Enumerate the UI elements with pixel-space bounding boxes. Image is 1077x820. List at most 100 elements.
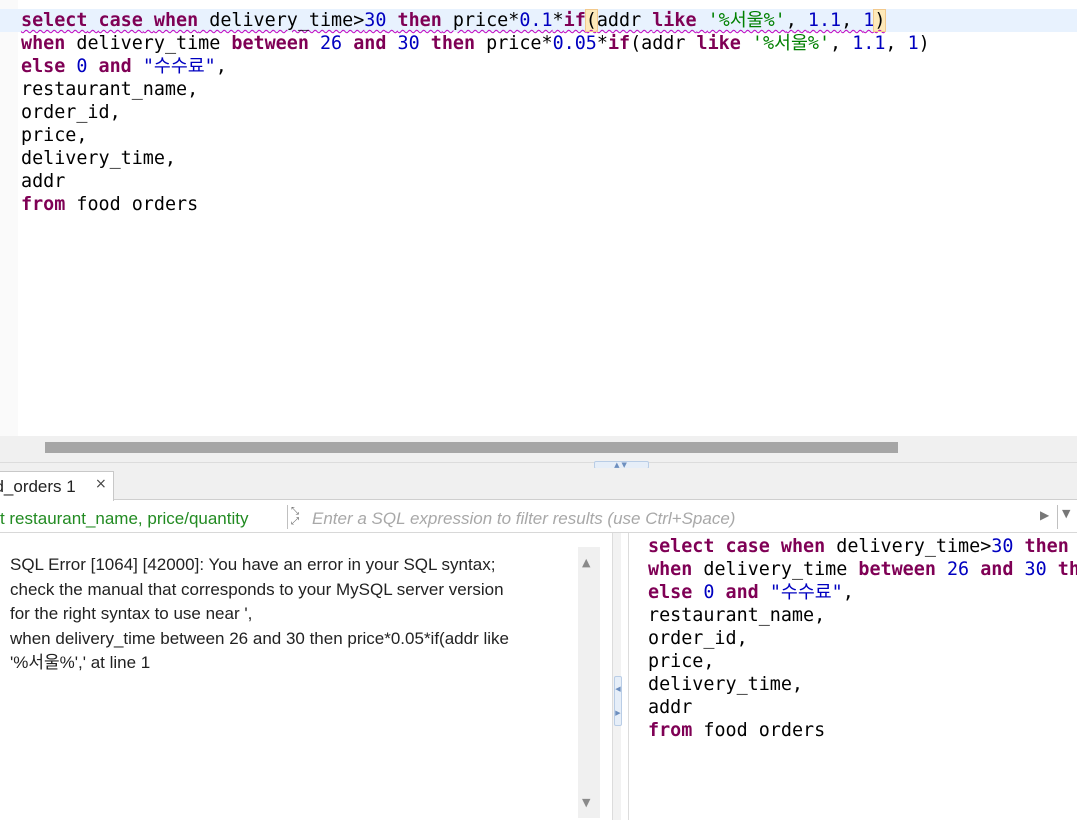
code-token: from [648,720,693,741]
error-line: when delivery_time between 26 and 30 the… [10,628,509,648]
code-token: then [1024,536,1069,557]
code-token: from [21,194,66,215]
code-line: delivery_time, [648,673,1077,696]
code-token: between [858,559,936,580]
code-line-content: addr [648,697,692,718]
code-token: then [430,33,476,54]
code-token: order_id, [648,628,748,649]
sash-grip-icon[interactable]: ◀ ▶ [614,676,622,726]
query-preview-panel: select case when delivery_time>30 then wh… [629,533,1077,820]
results-tab-bar [0,468,1077,500]
code-token: price, [648,651,715,672]
code-token: 26 [946,559,970,580]
code-token: food orders [692,720,826,741]
code-token: 0 [76,56,88,77]
code-line: select case when delivery_time>30 then p… [0,9,1077,32]
close-icon[interactable]: × [95,476,107,492]
code-token: "수수료" [769,582,843,603]
code-token: select [648,536,715,557]
code-token: 1.1 [807,10,842,31]
scroll-down-icon[interactable]: ▼ [582,796,590,809]
code-line: delivery_time, [21,147,1077,170]
code-token: and [725,582,759,603]
tab-results[interactable]: od_orders 1 × [0,471,114,501]
editor-gutter: ⊖ [0,0,18,436]
code-token: * [596,33,608,54]
code-token: 1.1 [852,33,886,54]
code-line: else 0 and "수수료", [21,55,1077,78]
code-token: , [885,33,908,54]
play-icon[interactable]: ▶ [1040,508,1049,522]
code-line-content: price, [21,125,87,146]
filter-input[interactable]: Enter a SQL expression to filter results… [312,509,735,529]
code-line-content: from food orders [648,720,825,741]
code-line: else 0 and "수수료", [648,581,1077,604]
code-token: 30 [1024,559,1047,580]
error-line: '%서울%',' at line 1 [10,653,151,673]
error-line: SQL Error [1064] [42000]: You have an er… [10,555,496,574]
code-token: '%서울%' [751,33,831,54]
code-line-content: restaurant_name, [21,79,198,100]
code-line: when delivery_time between 26 and 30 the… [21,32,1077,55]
code-token: th [1057,559,1077,580]
code-token: 26 [319,33,343,54]
code-line: addr [648,696,1077,719]
code-token: ) [918,33,930,54]
code-token: delivery_time, [648,674,804,695]
filter-query-text: ect restaurant_name, price/quantity [0,509,249,528]
code-token: "수수료" [142,56,216,77]
code-token: 30 [364,10,387,31]
error-line: for the right syntax to use near ', [10,604,253,624]
code-line-content: when delivery_time between 26 and 30 th [648,559,1077,580]
code-token: and [980,559,1014,580]
code-token: select [21,10,88,31]
code-line-content: select case when delivery_time>30 then p… [21,9,887,32]
code-token: , [830,33,853,54]
code-token: 30 [991,536,1014,557]
sql-code[interactable]: select case when delivery_time>30 then p… [0,9,1077,216]
code-line: restaurant_name, [648,604,1077,627]
code-line: select case when delivery_time>30 then [648,535,1077,558]
code-token: order_id, [21,102,121,123]
query-preview-code: select case when delivery_time>30 then wh… [648,535,1077,742]
code-token: 1 [907,33,919,54]
code-token: else [648,582,693,603]
code-token: , [785,10,808,31]
error-vertical-scrollbar[interactable] [578,547,600,818]
code-token: ( [584,9,598,32]
code-token: addr [648,697,693,718]
code-token: when [780,536,826,557]
code-token: addr [596,10,653,31]
code-token: , [215,56,227,77]
code-line-content: order_id, [648,628,748,649]
code-token: if [563,10,586,31]
code-line: restaurant_name, [21,78,1077,101]
sql-editor[interactable]: ⊖ select case when delivery_time>30 then… [0,0,1077,462]
code-token: and [353,33,387,54]
code-token: '%서울%' [707,10,786,31]
divider [287,505,288,529]
editor-scroll-thumb[interactable] [45,442,898,453]
dropdown-icon[interactable]: ▼ [1062,507,1070,520]
code-line: from food orders [648,719,1077,742]
code-line: from food orders [21,193,1077,216]
scroll-up-icon[interactable]: ▲ [582,556,590,569]
code-token: price* [441,10,520,31]
code-line-content: else 0 and "수수료", [648,582,854,603]
code-line: price, [21,124,1077,147]
expand-icon[interactable]: ⤡ ⤢ [291,507,299,527]
